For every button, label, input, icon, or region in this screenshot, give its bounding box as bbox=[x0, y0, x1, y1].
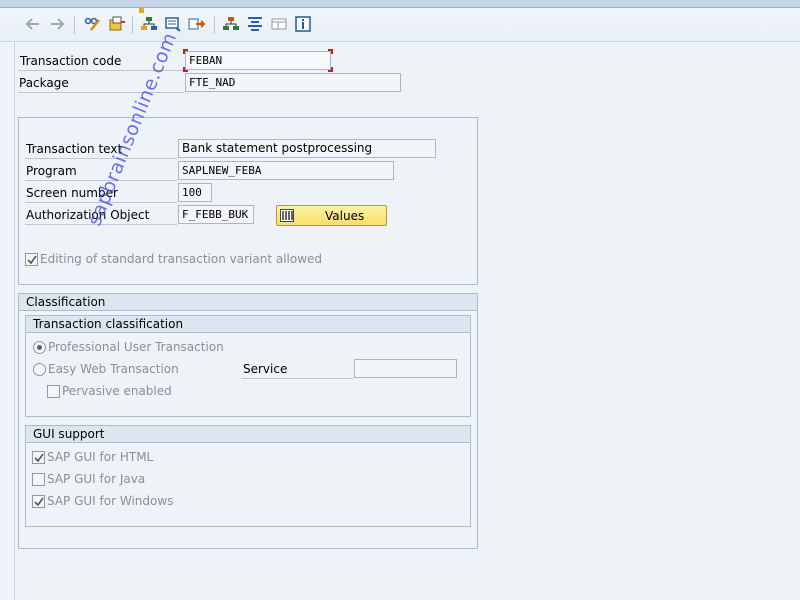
application-toolbar bbox=[0, 8, 800, 42]
info-icon[interactable] bbox=[294, 15, 312, 33]
display-object-icon[interactable] bbox=[164, 15, 182, 33]
program-field[interactable]: SAPLNEW_FEBA bbox=[178, 161, 394, 180]
values-grid-icon bbox=[280, 209, 294, 222]
values-button-label: Values bbox=[325, 209, 365, 223]
object-list-icon[interactable] bbox=[108, 15, 126, 33]
transaction-code-field[interactable]: FEBAN bbox=[185, 51, 331, 70]
gui-support-header: GUI support bbox=[25, 425, 471, 443]
toolbar-separator bbox=[214, 16, 215, 34]
toolbar-separator bbox=[132, 16, 133, 34]
easy-web-label: Easy Web Transaction bbox=[48, 362, 179, 376]
label-underline bbox=[25, 158, 177, 159]
toolbar-extra-icon bbox=[132, 8, 152, 14]
gui-windows-checkbox[interactable] bbox=[32, 495, 45, 508]
transaction-text-field[interactable]: Bank statement postprocessing bbox=[178, 139, 436, 158]
package-field[interactable]: FTE_NAD bbox=[185, 73, 401, 92]
hierarchy-icon[interactable] bbox=[140, 15, 158, 33]
pervasive-checkbox[interactable] bbox=[47, 385, 60, 398]
layout-icon[interactable] bbox=[270, 15, 288, 33]
editing-variant-label: Editing of standard transaction variant … bbox=[40, 252, 323, 266]
easy-web-radio[interactable] bbox=[33, 363, 46, 376]
transaction-classification-header: Transaction classification bbox=[25, 315, 471, 333]
program-label: Program bbox=[26, 164, 77, 178]
gui-html-checkbox[interactable] bbox=[32, 451, 45, 464]
tree-icon[interactable] bbox=[222, 15, 240, 33]
screen-number-field[interactable]: 100 bbox=[178, 183, 212, 202]
authorization-object-field[interactable]: F_FEBB_BUK bbox=[178, 205, 254, 224]
pervasive-label: Pervasive enabled bbox=[62, 384, 172, 398]
back-arrow-icon[interactable] bbox=[24, 15, 42, 33]
professional-user-radio[interactable] bbox=[33, 341, 46, 354]
left-frame-edge bbox=[14, 42, 15, 600]
gui-java-checkbox[interactable] bbox=[32, 473, 45, 486]
service-field[interactable] bbox=[354, 359, 457, 378]
gui-windows-label: SAP GUI for Windows bbox=[47, 494, 174, 508]
forward-arrow-icon[interactable] bbox=[48, 15, 66, 33]
toolbar-separator bbox=[74, 16, 75, 34]
classification-header: Classification bbox=[18, 293, 478, 311]
focus-corner-marker bbox=[328, 49, 333, 54]
move-icon[interactable] bbox=[188, 15, 206, 33]
transaction-code-label: Transaction code bbox=[20, 54, 122, 68]
values-button[interactable]: Values bbox=[276, 205, 387, 226]
focus-corner-marker bbox=[183, 67, 188, 72]
service-label: Service bbox=[243, 362, 288, 376]
gui-java-label: SAP GUI for Java bbox=[47, 472, 146, 486]
gui-html-label: SAP GUI for HTML bbox=[47, 450, 154, 464]
transaction-text-label: Transaction text bbox=[26, 142, 123, 156]
editing-variant-checkbox[interactable] bbox=[25, 253, 38, 266]
professional-user-label: Professional User Transaction bbox=[48, 340, 224, 354]
outline-icon[interactable] bbox=[246, 15, 264, 33]
title-bar bbox=[0, 0, 800, 8]
edit-glasses-icon[interactable] bbox=[84, 15, 102, 33]
focus-corner-marker bbox=[183, 49, 188, 54]
package-label: Package bbox=[19, 76, 69, 90]
label-underline bbox=[241, 378, 353, 379]
focus-corner-marker bbox=[328, 67, 333, 72]
